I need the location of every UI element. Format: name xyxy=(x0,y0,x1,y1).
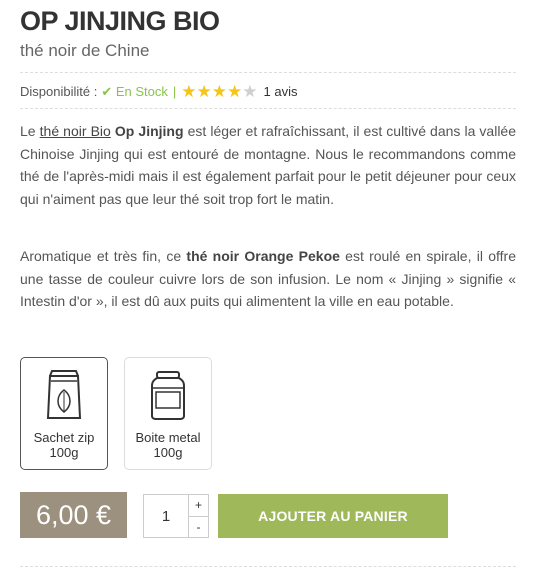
increment-button[interactable]: + xyxy=(189,495,208,517)
divider xyxy=(20,108,516,109)
divider xyxy=(20,72,516,73)
bold-text: thé noir Orange Pekoe xyxy=(186,248,340,264)
quantity-input[interactable]: 1 xyxy=(144,495,189,537)
option-name: Boite metal xyxy=(135,430,201,445)
option-weight: 100g xyxy=(153,445,183,460)
tea-link[interactable]: thé noir Bio xyxy=(40,123,111,139)
text: Le xyxy=(20,123,40,139)
add-to-cart-button[interactable]: AJOUTER AU PANIER xyxy=(218,494,448,538)
decrement-button[interactable]: - xyxy=(189,517,208,538)
availability-row: Disponibilité : ✔ En Stock | ★ ★ ★ ★ ★ 1 avi… xyxy=(20,83,298,100)
stock-status: ✔ En Stock xyxy=(101,84,168,100)
product-subtitle: thé noir de Chine xyxy=(20,41,150,60)
metal-tin-icon xyxy=(151,371,185,420)
star-icon: ★ xyxy=(242,82,258,101)
divider xyxy=(20,566,516,567)
product-title: OP JINJING BIO xyxy=(20,6,220,36)
option-sachet-zip[interactable]: Sachet zip 100g xyxy=(20,357,108,470)
text: Aromatique et très fin, ce xyxy=(20,248,187,264)
stock-status-text: En Stock xyxy=(115,83,168,99)
option-weight: 100g xyxy=(49,445,79,460)
description-paragraph: Aromatique et très fin, ce thé noir Oran… xyxy=(20,245,516,313)
star-icon: ★ xyxy=(181,82,197,101)
option-name: Sachet zip xyxy=(33,430,95,445)
description-paragraph: Le thé noir Bio Op Jinjing est léger et … xyxy=(20,120,516,210)
availability-label: Disponibilité : xyxy=(20,84,98,99)
star-icon: ★ xyxy=(227,82,243,101)
zip-bag-icon xyxy=(46,370,82,419)
quantity-stepper[interactable]: 1 + - xyxy=(143,494,209,538)
check-icon: ✔ xyxy=(101,83,113,99)
rating-stars[interactable]: ★ ★ ★ ★ ★ xyxy=(181,83,257,100)
star-icon: ★ xyxy=(196,82,212,101)
reviews-link[interactable]: 1 avis xyxy=(264,84,298,99)
star-icon: ★ xyxy=(211,82,228,101)
separator: | xyxy=(172,84,177,99)
price-badge: 6,00 € xyxy=(20,492,127,538)
bold-text: Op Jinjing xyxy=(114,123,184,139)
option-boite-metal[interactable]: Boite metal 100g xyxy=(124,357,212,470)
